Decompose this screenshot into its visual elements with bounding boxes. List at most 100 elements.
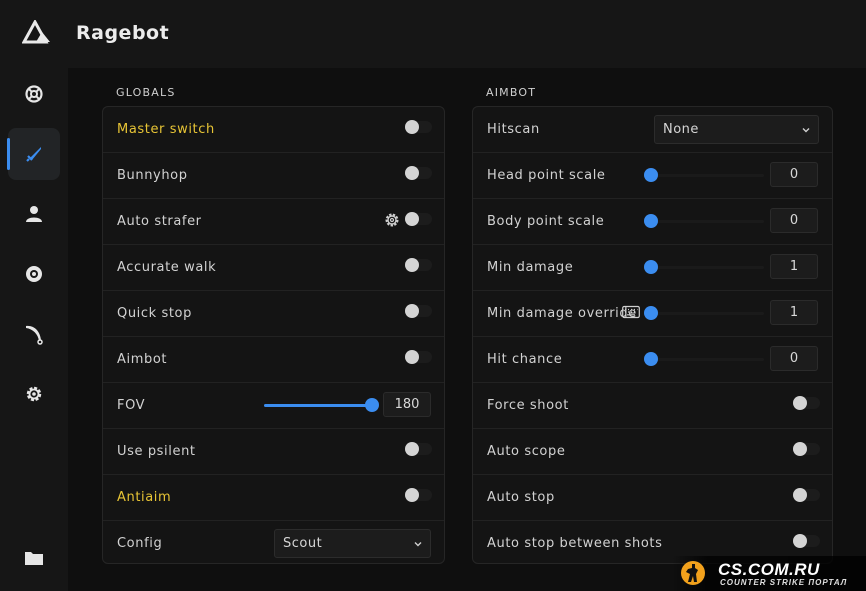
aimbot-toggle[interactable] — [405, 350, 432, 364]
keyboard-icon[interactable] — [622, 305, 640, 319]
app-logo-icon — [22, 20, 50, 44]
quick-stop-label: Quick stop — [117, 306, 192, 321]
auto-stop-label: Auto stop — [487, 490, 555, 505]
chevron-down-icon — [414, 542, 422, 547]
bunnyhop-row: Bunnyhop — [103, 153, 444, 199]
auto-stop-toggle[interactable] — [793, 488, 820, 502]
crosshair-pen-icon — [26, 147, 41, 162]
hit-chance-row: Hit chance 0 — [473, 337, 832, 383]
fov-slider-fill — [264, 404, 372, 407]
aimbot-label: Aimbot — [117, 352, 168, 367]
min-damage-slider[interactable] — [651, 266, 764, 269]
knife-icon — [26, 325, 43, 345]
auto-scope-row: Auto scope — [473, 429, 832, 475]
chevron-down-icon — [802, 128, 810, 133]
accurate-walk-label: Accurate walk — [117, 260, 217, 275]
min-damage-override-slider[interactable] — [651, 312, 764, 315]
body-point-scale-slider[interactable] — [651, 220, 764, 223]
fov-slider[interactable] — [264, 404, 372, 407]
antiaim-row: Antiaim — [103, 475, 444, 521]
hit-chance-slider[interactable] — [651, 358, 764, 361]
config-label: Config — [117, 536, 163, 551]
hitscan-dropdown[interactable]: None — [654, 115, 819, 144]
auto-strafer-row: Auto strafer — [103, 199, 444, 245]
hitscan-row: Hitscan None — [473, 107, 832, 153]
sidebar-item-skins[interactable] — [8, 308, 60, 360]
folder-icon — [25, 552, 43, 565]
hitscan-label: Hitscan — [487, 122, 540, 137]
hit-chance-label: Hit chance — [487, 352, 563, 367]
min-damage-row: Min damage 1 — [473, 245, 832, 291]
page-title: Ragebot — [76, 22, 170, 44]
use-psilent-toggle[interactable] — [405, 442, 432, 456]
quick-stop-row: Quick stop — [103, 291, 444, 337]
antiaim-label: Antiaim — [117, 490, 172, 505]
accurate-walk-toggle[interactable] — [405, 258, 432, 272]
config-dropdown[interactable]: Scout — [274, 529, 431, 558]
min-damage-value[interactable]: 1 — [770, 254, 818, 279]
force-shoot-row: Force shoot — [473, 383, 832, 429]
gear-icon[interactable] — [384, 212, 400, 228]
body-point-scale-value[interactable]: 0 — [770, 208, 818, 233]
min-damage-override-label: Min damage override — [487, 306, 637, 321]
lifebuoy-icon — [25, 85, 43, 103]
fov-row: FOV 180 — [103, 383, 444, 429]
sidebar — [0, 68, 68, 591]
head-point-scale-slider[interactable] — [651, 174, 764, 177]
hit-chance-knob[interactable] — [644, 352, 658, 366]
quick-stop-toggle[interactable] — [405, 304, 432, 318]
top-bar: Ragebot — [0, 0, 866, 68]
antiaim-toggle[interactable] — [405, 488, 432, 502]
sidebar-item-players[interactable] — [8, 188, 60, 240]
user-icon — [26, 206, 42, 222]
hit-chance-value[interactable]: 0 — [770, 346, 818, 371]
watermark-subtitle: COUNTER STRIKE ПОРТАЛ — [720, 578, 848, 587]
bunnyhop-label: Bunnyhop — [117, 168, 188, 183]
auto-scope-toggle[interactable] — [793, 442, 820, 456]
master-switch-row: Master switch — [103, 107, 444, 153]
min-damage-knob[interactable] — [644, 260, 658, 274]
globals-section-title: GLOBALS — [116, 86, 176, 99]
head-point-scale-label: Head point scale — [487, 168, 606, 183]
globals-panel: Master switch Bunnyhop Auto strafer Accu… — [102, 106, 445, 564]
min-damage-override-row: Min damage override 1 — [473, 291, 832, 337]
config-selected: Scout — [283, 536, 323, 551]
body-point-scale-row: Body point scale 0 — [473, 199, 832, 245]
sidebar-item-lifebuoy[interactable] — [8, 68, 60, 120]
sidebar-item-ragebot[interactable] — [7, 128, 60, 180]
sidebar-item-visuals[interactable] — [8, 248, 60, 300]
body-point-scale-knob[interactable] — [644, 214, 658, 228]
aimbot-panel: Hitscan None Head point scale 0 Body poi… — [472, 106, 833, 564]
bunnyhop-toggle[interactable] — [405, 166, 432, 180]
master-switch-label: Master switch — [117, 122, 215, 137]
config-row: Config Scout — [103, 521, 444, 567]
auto-scope-label: Auto scope — [487, 444, 566, 459]
watermark: CS.COM.RU COUNTER STRIKE ПОРТАЛ — [672, 556, 866, 591]
fov-slider-knob[interactable] — [365, 398, 379, 412]
eye-icon — [26, 266, 42, 282]
force-shoot-toggle[interactable] — [793, 396, 820, 410]
min-damage-override-knob[interactable] — [644, 306, 658, 320]
use-psilent-label: Use psilent — [117, 444, 196, 459]
auto-stop-row: Auto stop — [473, 475, 832, 521]
head-point-scale-row: Head point scale 0 — [473, 153, 832, 199]
use-psilent-row: Use psilent — [103, 429, 444, 475]
fov-value[interactable]: 180 — [383, 392, 431, 417]
master-switch-toggle[interactable] — [405, 120, 432, 134]
sidebar-item-settings[interactable] — [8, 368, 60, 420]
force-shoot-label: Force shoot — [487, 398, 569, 413]
min-damage-override-value[interactable]: 1 — [770, 300, 818, 325]
min-damage-label: Min damage — [487, 260, 574, 275]
watermark-title: CS.COM.RU — [718, 560, 820, 579]
aimbot-row: Aimbot — [103, 337, 444, 383]
aimbot-section-title: AIMBOT — [486, 86, 537, 99]
sidebar-item-configs[interactable] — [8, 532, 60, 584]
head-point-scale-knob[interactable] — [644, 168, 658, 182]
head-point-scale-value[interactable]: 0 — [770, 162, 818, 187]
auto-stop-between-shots-toggle[interactable] — [793, 534, 820, 548]
auto-strafer-toggle[interactable] — [405, 212, 432, 226]
auto-strafer-label: Auto strafer — [117, 214, 202, 229]
hitscan-selected: None — [663, 122, 699, 137]
body-point-scale-label: Body point scale — [487, 214, 605, 229]
gear-icon — [26, 386, 42, 402]
